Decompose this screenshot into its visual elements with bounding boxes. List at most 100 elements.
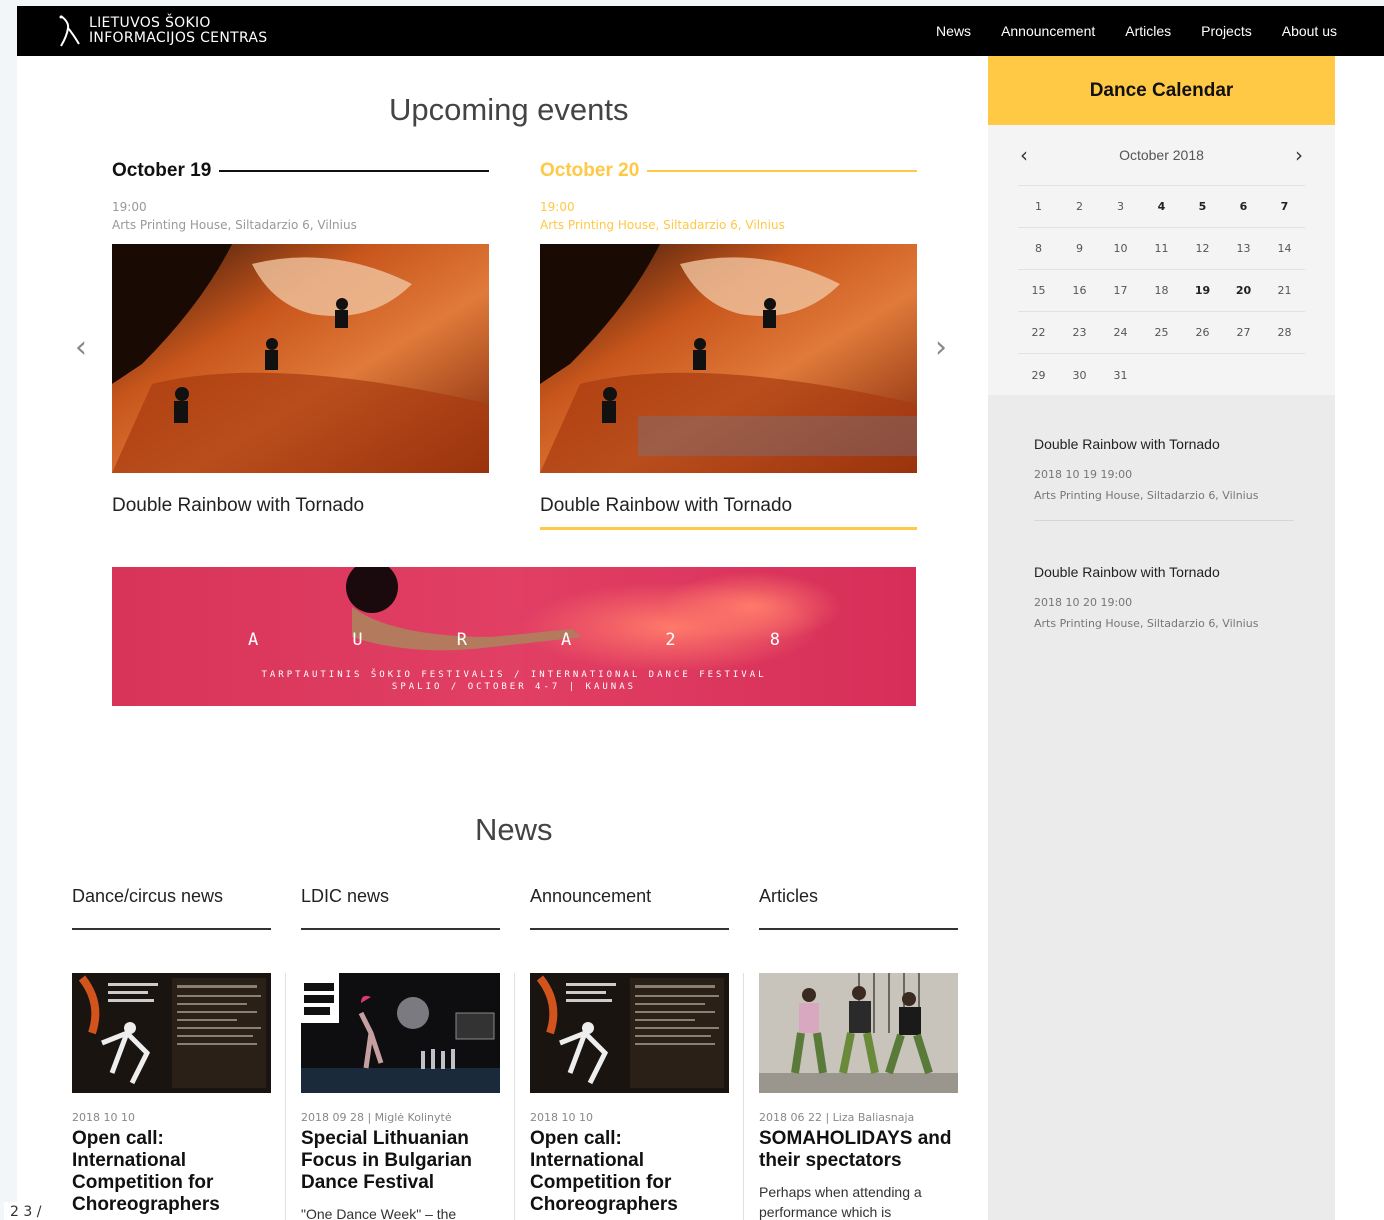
calendar-day[interactable]: 25 — [1141, 326, 1182, 339]
tab-articles[interactable]: Articles — [759, 886, 958, 930]
news-card: 2018 10 10 Open call: International Comp… — [72, 973, 271, 1216]
page: LIETUVOS ŠOKIO INFORMACIJOS CENTRAS News… — [17, 6, 1384, 1220]
date-rule — [647, 170, 917, 172]
news-thumbnail[interactable] — [301, 973, 500, 1093]
aura-festival-banner[interactable]: A U R A 2 8 TARPTAUTINIS ŠOKIO FESTIVALI… — [112, 567, 916, 706]
calendar-day[interactable]: 16 — [1059, 284, 1100, 297]
calendar-day[interactable]: 6 — [1223, 200, 1264, 213]
news-title-link[interactable]: Open call: International Competition for… — [530, 1128, 729, 1216]
date-rule — [219, 170, 489, 172]
calendar-day[interactable]: 29 — [1018, 369, 1059, 382]
calendar-day[interactable]: 10 — [1100, 242, 1141, 255]
calendar-day[interactable]: 21 — [1264, 284, 1305, 297]
calendar-day[interactable]: 27 — [1223, 326, 1264, 339]
news-excerpt: "One Dance Week" – the — [301, 1206, 457, 1220]
logo-text: LIETUVOS ŠOKIO INFORMACIJOS CENTRAS — [89, 16, 267, 46]
card-divider — [285, 973, 286, 1220]
calendar-day[interactable]: 24 — [1100, 326, 1141, 339]
calendar-week-row: 1234567 — [1018, 186, 1305, 228]
dancer-logo-icon — [59, 15, 80, 47]
active-event-underline — [540, 527, 917, 530]
news-title-link[interactable]: Special Lithuanian Focus in Bulgarian Da… — [301, 1128, 500, 1194]
calendar-day[interactable]: 31 — [1100, 369, 1141, 382]
news-thumbnail[interactable] — [530, 973, 729, 1093]
calendar-day[interactable]: 7 — [1264, 200, 1305, 213]
slider-prev-arrow-icon[interactable]: ‹ — [75, 330, 87, 365]
slider-next-arrow-icon[interactable]: › — [935, 330, 947, 365]
banner-letter: 8 — [769, 630, 780, 650]
calendar-day[interactable]: 23 — [1059, 326, 1100, 339]
nav-news[interactable]: News — [936, 23, 971, 39]
calendar-day[interactable]: 2 — [1059, 200, 1100, 213]
news-date: 2018 10 10 — [72, 1111, 135, 1124]
nav-about-us[interactable]: About us — [1282, 23, 1337, 39]
calendar-day[interactable]: 1 — [1018, 200, 1059, 213]
logo-line-2: INFORMACIJOS CENTRAS — [89, 30, 268, 46]
calendar-day[interactable]: 9 — [1059, 242, 1100, 255]
news-excerpt: Perhaps when attending a performance whi… — [759, 1184, 922, 1220]
calendar-day[interactable]: 30 — [1059, 369, 1100, 382]
event-card-active: October 20 19:00 Arts Printing House, Si… — [540, 158, 917, 530]
sidebar-event-title[interactable]: Double Rainbow with Tornado — [1034, 564, 1294, 580]
event-date-line: October 19 — [112, 158, 489, 184]
sidebar-event-meta: 2018 10 20 19:00 Arts Printing House, Si… — [1034, 592, 1294, 634]
calendar-day[interactable]: 19 — [1182, 284, 1223, 297]
banner-subtitle-2: SPALIO / OCTOBER 4-7 | KAUNAS — [391, 682, 637, 692]
news-title-link[interactable]: SOMAHOLIDAYS and their spectators — [759, 1128, 958, 1172]
news-title-link[interactable]: Open call: International Competition for… — [72, 1128, 271, 1216]
banner-letter: U — [352, 630, 363, 650]
sidebar-event-place: Arts Printing House, Siltadarzio 6, Viln… — [1034, 489, 1259, 502]
event-photo-image — [540, 244, 917, 473]
nav-announcement[interactable]: Announcement — [1001, 23, 1095, 39]
nav-articles[interactable]: Articles — [1125, 23, 1171, 39]
banner-letter: A — [561, 630, 572, 650]
calendar-day[interactable]: 20 — [1223, 284, 1264, 297]
tab-ldic-news[interactable]: LDIC news — [301, 886, 500, 930]
event-place: Arts Printing House, Siltadarzio 6, Viln… — [112, 218, 357, 232]
calendar-day[interactable]: 5 — [1182, 200, 1223, 213]
banner-letters: A U R A 2 8 — [112, 630, 916, 650]
calendar-week-row: 15 16 17 18 19 20 21 — [1018, 270, 1305, 312]
event-time-place: 19:00 Arts Printing House, Siltadarzio 6… — [540, 198, 917, 234]
logo-line-1: LIETUVOS ŠOKIO — [89, 15, 211, 31]
tab-dance-circus-news[interactable]: Dance/circus news — [72, 886, 271, 930]
calendar-day[interactable]: 26 — [1182, 326, 1223, 339]
calendar-day[interactable]: 17 — [1100, 284, 1141, 297]
calendar-day[interactable]: 22 — [1018, 326, 1059, 339]
calendar-day[interactable]: 12 — [1182, 242, 1223, 255]
calendar-day[interactable]: 4 — [1141, 200, 1182, 213]
calendar-day[interactable]: 14 — [1264, 242, 1305, 255]
next-month-icon[interactable]: › — [1289, 143, 1309, 167]
site-logo[interactable]: LIETUVOS ŠOKIO INFORMACIJOS CENTRAS — [57, 14, 267, 48]
calendar-widget: ‹ October 2018 › 1 2 3 4 5 6 7 8 9 10 11 12 13 14 15 16… — [988, 125, 1335, 395]
sidebar-event-title[interactable]: Double Rainbow with Tornado — [1034, 436, 1294, 452]
calendar-day[interactable]: 13 — [1223, 242, 1264, 255]
prev-month-icon[interactable]: ‹ — [1014, 143, 1034, 167]
banner-letter: A — [248, 630, 259, 650]
news-card: 2018 09 28 | Miglė Kolinytė Special Lith… — [301, 973, 500, 1220]
calendar-week-row: 22 23 24 25 26 27 28 — [1018, 312, 1305, 354]
poster-thumbnail-image — [72, 973, 271, 1093]
calendar-grid: 1 2 3 4 5 6 7 8 9 10 11 12 13 14 15 16 17 18 19 20 21 22 23 24 2… — [1018, 185, 1305, 396]
tab-announcement[interactable]: Announcement — [530, 886, 729, 930]
calendar-day[interactable]: 3 — [1100, 200, 1141, 213]
calendar-day[interactable]: 28 — [1264, 326, 1305, 339]
calendar-day[interactable]: 8 — [1018, 242, 1059, 255]
event-title-link[interactable]: Double Rainbow with Tornado — [540, 495, 917, 517]
sidebar-divider — [1034, 520, 1294, 521]
nav-projects[interactable]: Projects — [1201, 23, 1252, 39]
news-thumbnail[interactable] — [72, 973, 271, 1093]
calendar-day[interactable]: 11 — [1141, 242, 1182, 255]
news-thumbnail[interactable] — [759, 973, 958, 1093]
news-date-author: 2018 06 22 | Liza Baliasnaja — [759, 1111, 915, 1124]
event-photo[interactable] — [540, 244, 917, 473]
news-date: 2018 10 10 — [530, 1111, 593, 1124]
poster-thumbnail-image — [530, 973, 729, 1093]
main-menu: News Announcement Articles Projects Abou… — [906, 6, 1337, 56]
calendar-month-label: October 2018 — [1119, 147, 1204, 163]
event-photo[interactable] — [112, 244, 489, 473]
sidebar-event-place: Arts Printing House, Siltadarzio 6, Viln… — [1034, 617, 1259, 630]
event-title-link[interactable]: Double Rainbow with Tornado — [112, 495, 489, 517]
calendar-day[interactable]: 15 — [1018, 284, 1059, 297]
calendar-day[interactable]: 18 — [1141, 284, 1182, 297]
